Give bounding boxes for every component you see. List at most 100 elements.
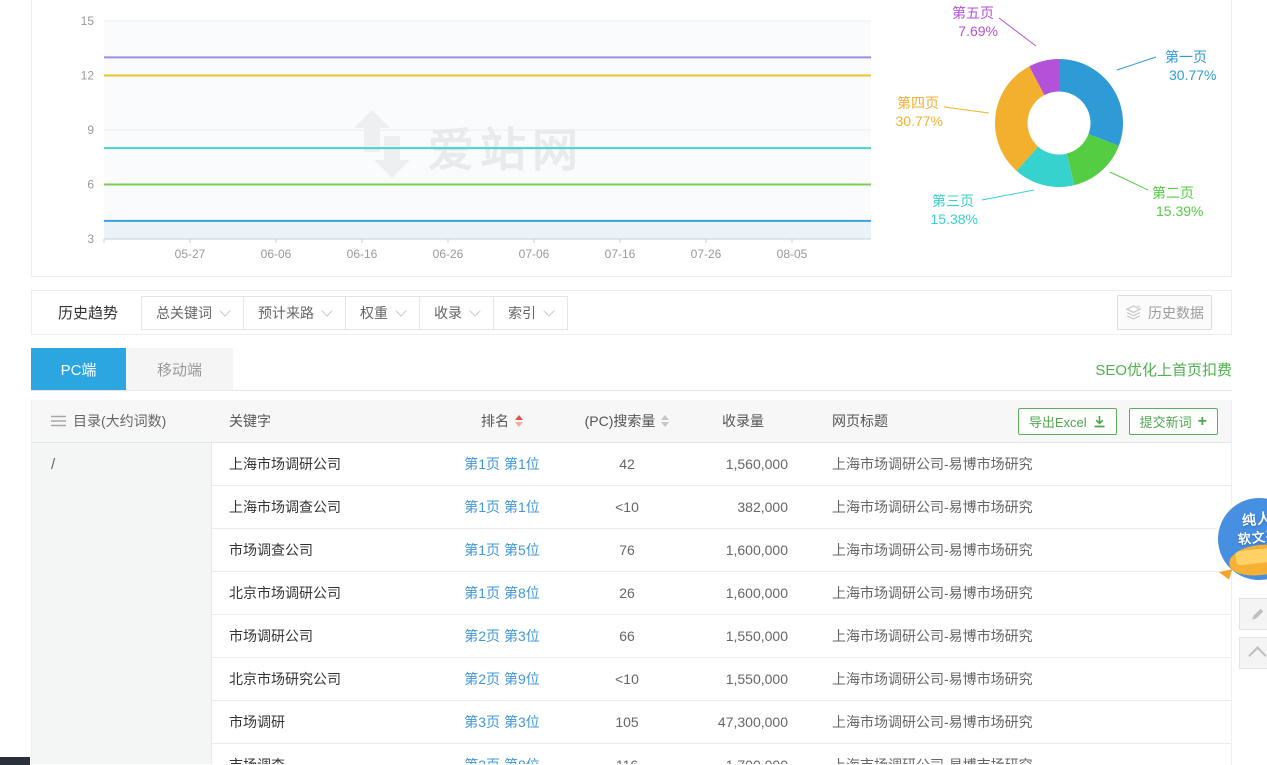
filter-button-label: 索引 bbox=[508, 303, 536, 323]
sidebar-header-label: 目录(大约词数) bbox=[73, 411, 166, 431]
chevron-down-icon bbox=[543, 305, 554, 316]
history-data-label: 历史数据 bbox=[1148, 303, 1204, 323]
search-volume-cell: <10 bbox=[557, 671, 697, 687]
filter-button-5[interactable]: 索引 bbox=[493, 296, 568, 330]
table-actions: 导出Excel 提交新词 + bbox=[1018, 400, 1218, 443]
list-icon bbox=[51, 415, 66, 427]
sidebar-item-root[interactable]: / bbox=[32, 443, 211, 473]
filter-button-label: 预计来路 bbox=[258, 303, 314, 323]
svg-text:30.77%: 30.77% bbox=[896, 113, 943, 129]
filter-button-label: 总关键词 bbox=[156, 303, 212, 323]
table-row: 北京市场调研公司第1页 第8位261,600,000上海市场调研公司-易博市场研… bbox=[212, 572, 1231, 615]
tabs-underline bbox=[31, 390, 1232, 391]
export-excel-button[interactable]: 导出Excel bbox=[1018, 408, 1117, 435]
filter-button-2[interactable]: 预计来路 bbox=[243, 296, 346, 330]
page-title-cell: 上海市场调研公司-易博市场研究 bbox=[792, 497, 1231, 517]
tab-mobile[interactable]: 移动端 bbox=[126, 348, 233, 390]
table-header: 目录(大约词数) 关键字 排名 (PC)搜索量 收录量 网页标题 导出Excel bbox=[32, 400, 1231, 443]
history-data-button[interactable]: 历史数据 bbox=[1117, 295, 1212, 330]
svg-text:06-16: 06-16 bbox=[347, 247, 378, 261]
rank-link[interactable]: 第1页 第1位 bbox=[464, 497, 539, 517]
tab-pc[interactable]: PC端 bbox=[31, 348, 126, 390]
svg-text:爱站网: 爱站网 bbox=[428, 124, 584, 176]
rank-header-label: 排名 bbox=[481, 411, 509, 431]
history-chart-card: 3691215爱站网05-2706-0606-1606-2607-0607-16… bbox=[31, 0, 1232, 277]
svg-text:15: 15 bbox=[81, 14, 95, 28]
rank-cell: 第2页 第9位 bbox=[447, 669, 557, 689]
sort-search-volume-icon[interactable] bbox=[661, 415, 669, 427]
search-volume-cell: 26 bbox=[557, 585, 697, 601]
keyword-table-card: 目录(大约词数) 关键字 排名 (PC)搜索量 收录量 网页标题 导出Excel bbox=[31, 400, 1232, 765]
svg-text:第五页: 第五页 bbox=[952, 5, 994, 21]
search-volume-cell: 42 bbox=[557, 456, 697, 472]
svg-text:07-16: 07-16 bbox=[605, 247, 636, 261]
filter-button-1[interactable]: 总关键词 bbox=[141, 296, 244, 330]
rank-link[interactable]: 第1页 第5位 bbox=[464, 540, 539, 560]
rank-cell: 第1页 第1位 bbox=[447, 454, 557, 474]
chevron-down-icon bbox=[321, 305, 332, 316]
included-cell: 1,550,000 bbox=[697, 628, 792, 644]
svg-text:第一页: 第一页 bbox=[1165, 49, 1207, 65]
svg-text:06-06: 06-06 bbox=[261, 247, 292, 261]
rank-cell: 第2页 第3位 bbox=[447, 626, 557, 646]
column-header-rank: 排名 bbox=[447, 411, 557, 431]
keyword-cell: 市场调查 bbox=[212, 755, 447, 764]
included-cell: 1,600,000 bbox=[697, 542, 792, 558]
sort-rank-icon[interactable] bbox=[515, 415, 523, 427]
trend-line-and-donut-chart: 3691215爱站网05-2706-0606-1606-2607-0607-16… bbox=[32, 0, 1231, 275]
rank-link[interactable]: 第3页 第3位 bbox=[464, 712, 539, 732]
table-row: 上海市场调研公司第1页 第1位421,560,000上海市场调研公司-易博市场研… bbox=[212, 443, 1231, 486]
filter-button-label: 权重 bbox=[360, 303, 388, 323]
svg-text:9: 9 bbox=[87, 123, 94, 137]
download-icon bbox=[1093, 415, 1106, 428]
filter-button-4[interactable]: 收录 bbox=[419, 296, 494, 330]
table-row: 市场调查公司第1页 第5位761,600,000上海市场调研公司-易博市场研究 bbox=[212, 529, 1231, 572]
rank-link[interactable]: 第3页 第8位 bbox=[464, 755, 539, 764]
page-title-cell: 上海市场调研公司-易博市场研究 bbox=[792, 755, 1231, 764]
chevron-down-icon bbox=[469, 305, 480, 316]
page-title-cell: 上海市场调研公司-易博市场研究 bbox=[792, 454, 1231, 474]
pencil-icon bbox=[1250, 607, 1265, 622]
feedback-pencil-button[interactable] bbox=[1239, 598, 1267, 630]
svg-text:15.38%: 15.38% bbox=[931, 211, 978, 227]
table-rows: 上海市场调研公司第1页 第1位421,560,000上海市场调研公司-易博市场研… bbox=[212, 443, 1231, 764]
rank-cell: 第1页 第8位 bbox=[447, 583, 557, 603]
svg-text:第三页: 第三页 bbox=[932, 193, 974, 209]
rank-link[interactable]: 第2页 第3位 bbox=[464, 626, 539, 646]
search-volume-cell: 66 bbox=[557, 628, 697, 644]
rank-link[interactable]: 第1页 第1位 bbox=[464, 454, 539, 474]
svg-text:07-06: 07-06 bbox=[519, 247, 550, 261]
table-row: 市场调研第3页 第3位10547,300,000上海市场调研公司-易博市场研究 bbox=[212, 701, 1231, 744]
svg-text:第二页: 第二页 bbox=[1152, 185, 1194, 201]
svg-text:15.39%: 15.39% bbox=[1156, 203, 1203, 219]
history-trend-label: 历史趋势 bbox=[58, 302, 118, 323]
sidebar-header: 目录(大约词数) bbox=[32, 411, 212, 431]
table-row: 市场调查第3页 第8位1161,700,000上海市场调研公司-易博市场研究 bbox=[212, 744, 1231, 764]
layers-icon bbox=[1125, 305, 1142, 321]
seo-promo-link[interactable]: SEO优化上首页扣费 bbox=[1095, 359, 1232, 380]
trend-filter-group: 总关键词 预计来路 权重 收录索引 bbox=[141, 296, 568, 330]
rank-distribution-donut bbox=[995, 59, 1123, 187]
column-header-search-volume: (PC)搜索量 bbox=[557, 411, 697, 431]
rank-link[interactable]: 第2页 第9位 bbox=[464, 669, 539, 689]
rank-cell: 第3页 第3位 bbox=[447, 712, 557, 732]
page-title-cell: 上海市场调研公司-易博市场研究 bbox=[792, 583, 1231, 603]
submit-keywords-label: 提交新词 bbox=[1140, 412, 1192, 431]
submit-keywords-button[interactable]: 提交新词 + bbox=[1129, 408, 1218, 435]
included-cell: 1,560,000 bbox=[697, 456, 792, 472]
included-cell: 1,700,000 bbox=[697, 757, 792, 764]
table-row: 市场调研公司第2页 第3位661,550,000上海市场调研公司-易博市场研究 bbox=[212, 615, 1231, 658]
search-volume-cell: 76 bbox=[557, 542, 697, 558]
rank-link[interactable]: 第1页 第8位 bbox=[464, 583, 539, 603]
back-to-top-button[interactable] bbox=[1239, 637, 1267, 669]
keyword-cell: 北京市场研究公司 bbox=[212, 669, 447, 689]
filter-button-3[interactable]: 权重 bbox=[345, 296, 420, 330]
page-title-cell: 上海市场调研公司-易博市场研究 bbox=[792, 712, 1231, 732]
svg-text:3: 3 bbox=[87, 232, 94, 246]
device-tabs-row: PC端 移动端 SEO优化上首页扣费 bbox=[31, 348, 1232, 390]
export-excel-label: 导出Excel bbox=[1029, 412, 1087, 431]
search-volume-cell: <10 bbox=[557, 499, 697, 515]
included-cell: 382,000 bbox=[697, 499, 792, 515]
page-title-cell: 上海市场调研公司-易博市场研究 bbox=[792, 540, 1231, 560]
seo-dashboard-page: 3691215爱站网05-2706-0606-1606-2607-0607-16… bbox=[0, 0, 1267, 765]
